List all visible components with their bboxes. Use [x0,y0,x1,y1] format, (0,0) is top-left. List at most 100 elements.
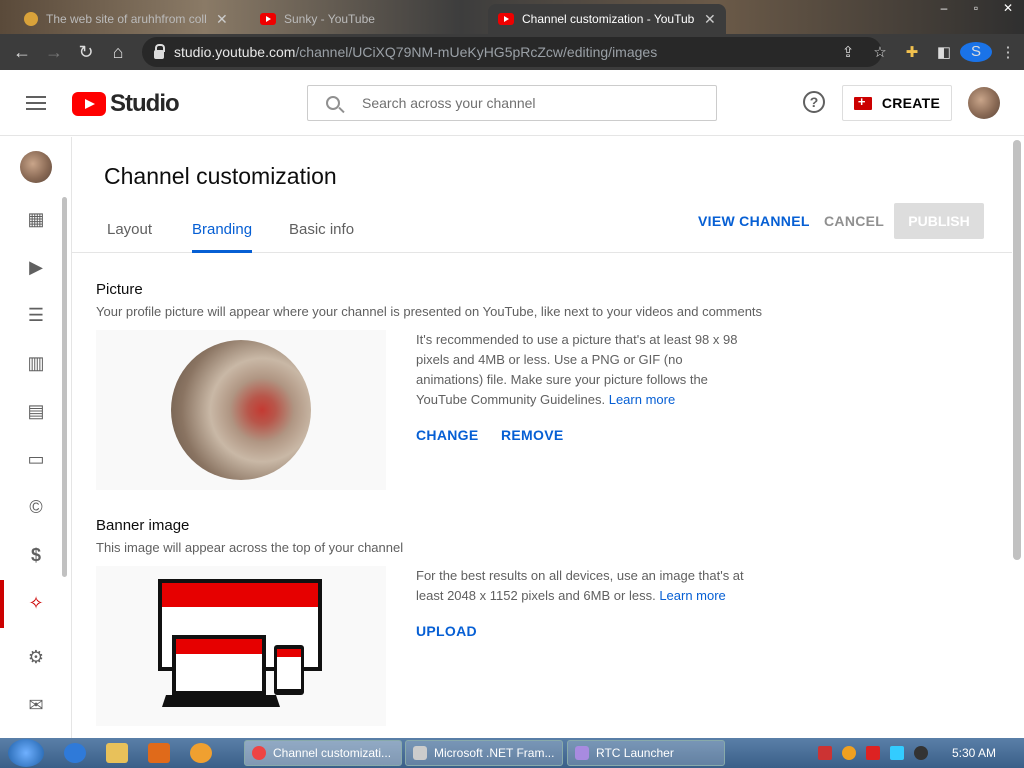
task-dotnet[interactable]: Microsoft .NET Fram... [405,740,563,766]
account-avatar[interactable] [968,87,1000,119]
maximize-icon[interactable]: ▫ [960,0,992,16]
youtube-favicon-icon [498,13,514,25]
back-icon[interactable]: ← [6,42,38,63]
channel-avatar[interactable] [20,151,52,183]
copyright-icon[interactable]: © [24,495,48,519]
chrome-icon [252,746,266,760]
browser-tab-2[interactable]: Sunky - YouTube [250,4,482,34]
playlists-icon[interactable]: ☰ [24,303,48,327]
reload-icon[interactable]: ↻ [70,42,102,63]
change-picture-button[interactable]: CHANGE [416,427,478,443]
picture-info-text: It's recommended to use a picture that's… [416,332,738,407]
forward-icon[interactable]: → [38,42,70,63]
search-input[interactable] [362,95,692,111]
banner-heading: Banner image [96,517,190,534]
close-tab-icon[interactable]: ✕ [704,11,716,28]
side-panel-icon[interactable]: ◧ [928,43,960,61]
studio-header: Studio ? CREATE [0,70,1024,136]
address-bar[interactable]: studio.youtube.com/channel/UCiXQ79NM-mUe… [142,37,882,67]
ie-icon[interactable] [64,743,86,763]
tab-label: Sunky - YouTube [284,12,375,26]
view-channel-button[interactable]: VIEW CHANNEL [698,213,810,229]
folder-icon[interactable] [106,743,128,763]
tab-basic-info[interactable]: Basic info [289,221,354,250]
tray-search-icon[interactable] [842,746,856,760]
sidebar: ▦ ▶ ☰ ▥ ▤ ▭ © $ ✧ ⚙ ✉ [0,137,72,738]
active-indicator [0,580,4,628]
banner-devices-illustration [158,579,322,707]
banner-learn-more-link[interactable]: Learn more [659,588,725,603]
task-chrome[interactable]: Channel customizati... [244,740,402,766]
browser-tab-1[interactable]: The web site of aruhhfrom collab ✕ [14,4,246,34]
upload-banner-button[interactable]: UPLOAD [416,623,477,639]
task-label: RTC Launcher [596,746,674,760]
task-label: Microsoft .NET Fram... [434,746,555,760]
content-icon[interactable]: ▶ [24,255,48,279]
site-favicon-icon [24,12,38,26]
main-scrollbar[interactable] [1013,140,1021,560]
browser-menu-icon[interactable]: ⋮ [992,43,1024,61]
create-button[interactable]: CREATE [842,85,952,121]
tab-label: The web site of aruhhfrom collab [46,12,206,26]
task-label: Channel customizati... [273,746,392,760]
extensions-icon[interactable]: ✚ [896,43,928,61]
studio-logo[interactable]: Studio [72,90,180,118]
customization-icon[interactable]: ✧ [24,591,48,615]
home-icon[interactable]: ⌂ [102,42,134,63]
tab-branding[interactable]: Branding [192,221,253,253]
os-taskbar: Channel customizati... Microsoft .NET Fr… [0,738,1024,768]
analytics-icon[interactable]: ▥ [24,351,48,375]
earn-icon[interactable]: $ [24,543,48,567]
banner-description: This image will appear across the top of… [96,540,404,555]
minimize-icon[interactable]: – [928,0,960,16]
picture-description: Your profile picture will appear where y… [96,304,763,319]
publish-button[interactable]: PUBLISH [894,203,984,239]
tray-volume-icon[interactable] [914,746,928,760]
browser-tabstrip: The web site of aruhhfrom collab ✕ Sunky… [0,0,1024,34]
dashboard-icon[interactable]: ▦ [24,207,48,231]
clock[interactable]: 5:30 AM [952,738,996,768]
page-title: Channel customization [104,163,337,189]
tray-monitor-icon[interactable] [890,746,904,760]
main-content: Channel customization Layout Branding Ba… [72,137,1012,738]
search-icon[interactable] [326,96,340,110]
menu-icon[interactable] [26,96,46,114]
start-button-icon[interactable] [8,739,44,767]
installer-icon [413,746,427,760]
close-window-icon[interactable]: ✕ [992,0,1024,16]
sidebar-scrollbar[interactable] [62,197,67,577]
paint-icon[interactable] [190,743,212,763]
comments-icon[interactable]: ▤ [24,399,48,423]
close-tab-icon[interactable]: ✕ [216,11,228,28]
feedback-icon[interactable]: ✉ [24,693,48,717]
bookmark-star-icon[interactable]: ☆ [864,43,896,61]
task-rtc-launcher[interactable]: RTC Launcher [567,740,725,766]
picture-heading: Picture [96,281,143,298]
picture-preview-box [96,330,386,490]
youtube-favicon-icon [260,13,276,25]
profile-initial: S [960,42,992,62]
settings-icon[interactable]: ⚙ [24,645,48,669]
profile-picture [171,340,311,480]
tab-layout[interactable]: Layout [107,221,152,250]
subtitles-icon[interactable]: ▭ [24,447,48,471]
url-path: /channel/UCiXQ79NM-mUeKyHG5pRcZcw/editin… [295,44,658,60]
share-icon[interactable]: ⇪ [832,43,864,61]
tray-flag-icon[interactable] [866,746,880,760]
url-host: studio.youtube.com [174,44,296,60]
cancel-button[interactable]: CANCEL [824,213,884,229]
search-box [307,85,717,121]
tray-check-icon[interactable] [818,746,832,760]
help-icon[interactable]: ? [803,91,825,113]
create-label: CREATE [881,95,941,111]
picture-info: It's recommended to use a picture that's… [416,330,746,410]
media-player-icon[interactable] [148,743,170,763]
browser-toolbar: ← → ↻ ⌂ studio.youtube.com/channel/UCiXQ… [0,34,1024,70]
logo-text: Studio [110,90,180,117]
browser-tab-3[interactable]: Channel customization - YouTube ✕ [488,4,726,34]
profile-button[interactable]: S [960,42,992,62]
tab-label: Channel customization - YouTube [522,12,694,26]
remove-picture-button[interactable]: REMOVE [501,427,563,443]
rtc-icon [575,746,589,760]
picture-learn-more-link[interactable]: Learn more [609,392,675,407]
